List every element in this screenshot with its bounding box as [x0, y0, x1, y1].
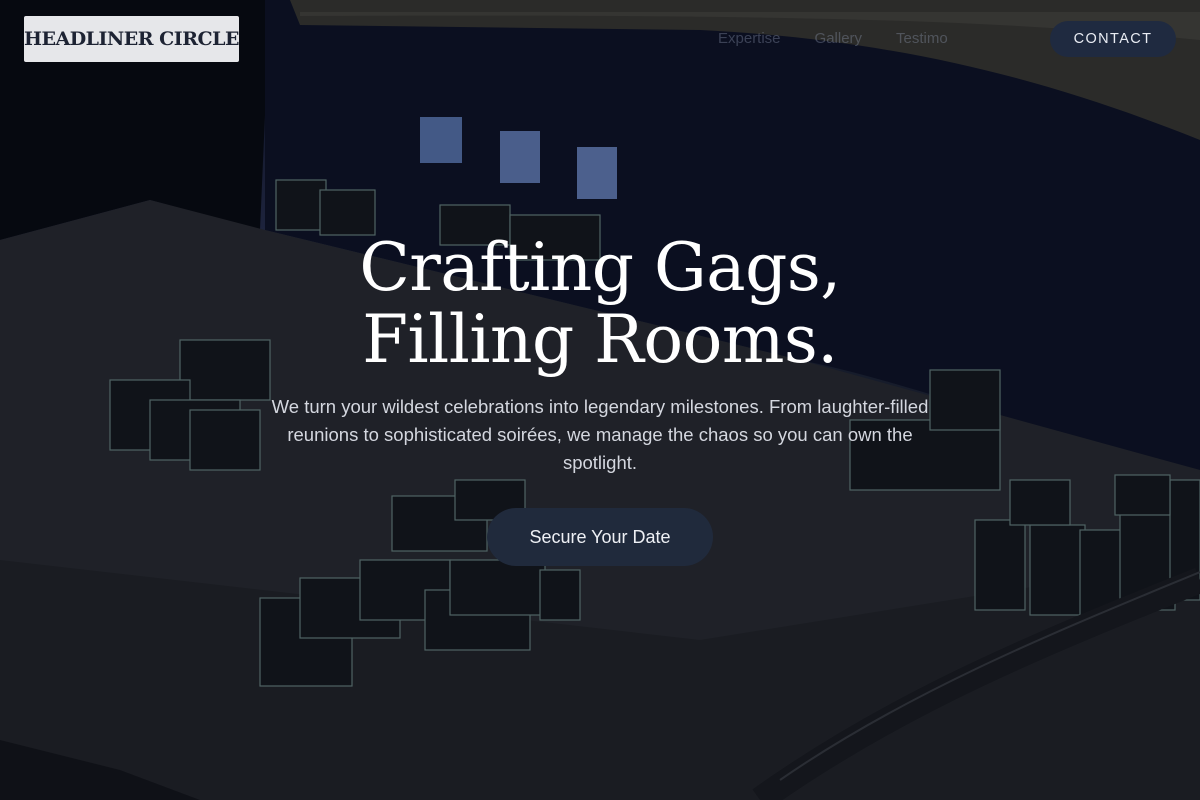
nav-item-testimonials[interactable]: Testimo [896, 30, 948, 47]
secure-your-date-button[interactable]: Secure Your Date [487, 508, 713, 566]
hero-headline-line-2: Filling Rooms. [362, 301, 838, 378]
hero-headline: Crafting Gags, Filling Rooms. [0, 232, 1200, 376]
contact-button[interactable]: CONTACT [1050, 21, 1176, 57]
hero-section: HEADLINER CIRCLE Expertise Gallery Testi… [0, 0, 1200, 800]
nav-item-expertise[interactable]: Expertise [718, 30, 781, 47]
hero-subtext: We turn your wildest celebrations into l… [271, 396, 929, 473]
nav-item-gallery[interactable]: Gallery [815, 30, 863, 47]
main-nav: Expertise Gallery Testimo [718, 30, 948, 47]
site-logo[interactable]: HEADLINER CIRCLE [24, 16, 239, 62]
hero-headline-line-1: Crafting Gags, [359, 229, 841, 306]
